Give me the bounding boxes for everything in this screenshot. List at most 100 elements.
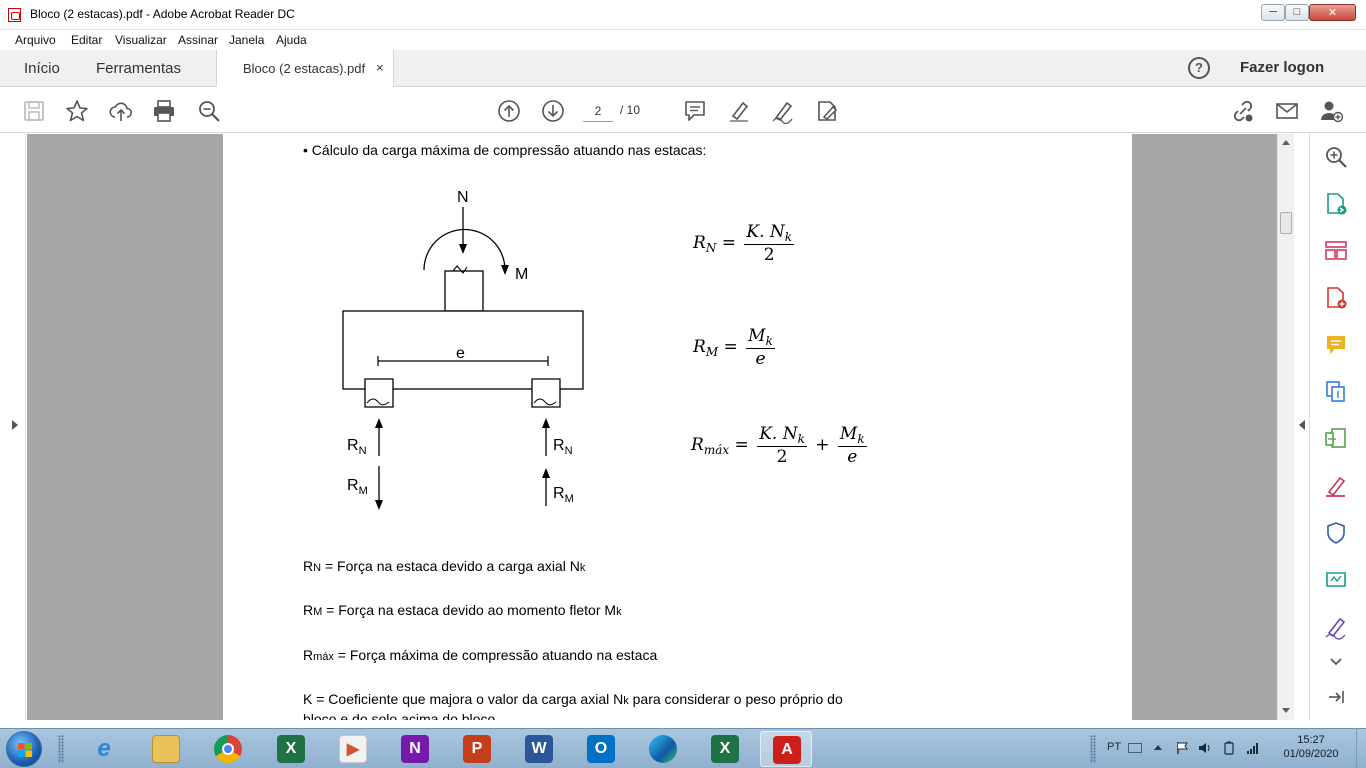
taskbar-excel[interactable]: X bbox=[265, 731, 317, 767]
combine-files-icon[interactable] bbox=[1323, 379, 1349, 405]
comment-icon[interactable] bbox=[682, 98, 708, 124]
taskbar-word[interactable]: W bbox=[513, 731, 565, 767]
menu-ajuda[interactable]: Ajuda bbox=[276, 33, 307, 47]
clock-time: 15:27 bbox=[1297, 734, 1325, 746]
taskbar-edge[interactable] bbox=[637, 731, 689, 767]
minimize-icon: ─ bbox=[1269, 6, 1277, 18]
label-rm-left: RM bbox=[347, 477, 368, 497]
keyboard-icon[interactable] bbox=[1128, 743, 1142, 753]
minimize-button[interactable]: ─ bbox=[1261, 4, 1285, 21]
document-viewport[interactable]: • Cálculo da carga máxima de compressão … bbox=[27, 134, 1277, 720]
bookmark-star-icon[interactable] bbox=[64, 98, 90, 124]
export-pdf-icon[interactable] bbox=[1323, 191, 1349, 217]
organize-pages-icon[interactable] bbox=[1323, 238, 1349, 264]
taskbar-grip[interactable] bbox=[58, 735, 64, 763]
edge-icon bbox=[649, 735, 677, 763]
upload-cloud-icon[interactable] bbox=[108, 98, 134, 124]
page-up-icon[interactable] bbox=[496, 98, 522, 124]
menu-arquivo[interactable]: Arquivo bbox=[15, 33, 56, 47]
add-user-icon[interactable] bbox=[1318, 98, 1344, 124]
collapse-right-pane-icon[interactable] bbox=[1299, 420, 1305, 430]
expand-left-pane-icon[interactable] bbox=[12, 420, 18, 430]
formula-rn: RN = K. Nk 2 bbox=[693, 222, 795, 265]
menu-assinar[interactable]: Assinar bbox=[178, 33, 218, 47]
page-down-icon[interactable] bbox=[540, 98, 566, 124]
taskbar-outlook[interactable]: O bbox=[575, 731, 627, 767]
system-clock[interactable]: 15:27 01/09/2020 bbox=[1276, 734, 1346, 760]
taskbar-excel-2[interactable]: X bbox=[699, 731, 751, 767]
power-icon[interactable] bbox=[1222, 741, 1236, 755]
fill-sign-tool-icon[interactable] bbox=[1323, 473, 1349, 499]
maximize-button[interactable]: □ bbox=[1285, 4, 1309, 21]
protect-shield-icon[interactable] bbox=[1323, 520, 1349, 546]
zoom-tool-icon[interactable] bbox=[1323, 144, 1349, 170]
chrome-icon bbox=[214, 735, 242, 763]
tab-document[interactable]: Bloco (2 estacas).pdf × bbox=[216, 50, 394, 87]
scroll-down-icon[interactable] bbox=[1282, 708, 1290, 713]
action-center-flag-icon[interactable] bbox=[1176, 741, 1190, 755]
sign-pen-icon[interactable] bbox=[770, 98, 796, 125]
taskbar-powerpoint-viewer[interactable]: ▶ bbox=[327, 731, 379, 767]
page-total: / 10 bbox=[620, 103, 641, 117]
formula-rmax: Rmáx = K. Nk 2 + Mk e bbox=[691, 424, 867, 467]
menu-bar: Arquivo Editar Visualizar Assinar Janela… bbox=[0, 30, 1366, 50]
print-icon[interactable] bbox=[151, 98, 177, 124]
send-review-icon[interactable] bbox=[1323, 567, 1349, 593]
scroll-thumb[interactable] bbox=[1280, 212, 1292, 234]
create-pdf-icon[interactable] bbox=[1323, 285, 1349, 311]
definition-k-line2: bloco e do solo acima do bloco bbox=[303, 711, 496, 720]
vertical-scrollbar[interactable] bbox=[1277, 134, 1294, 720]
tab-document-label: Bloco (2 estacas).pdf bbox=[243, 61, 366, 76]
scroll-up-icon[interactable] bbox=[1282, 140, 1290, 145]
acrobat-icon: A bbox=[773, 736, 801, 764]
close-window-button[interactable]: ✕ bbox=[1309, 4, 1356, 21]
excel-icon: X bbox=[277, 735, 305, 763]
fill-sign-icon[interactable] bbox=[814, 98, 840, 124]
page-number-input[interactable] bbox=[583, 100, 613, 122]
onenote-icon: N bbox=[401, 735, 429, 763]
left-nav-pane[interactable] bbox=[0, 134, 26, 720]
formula-rm: RM = Mk e bbox=[693, 326, 775, 369]
language-indicator[interactable]: PT bbox=[1107, 741, 1121, 753]
label-m: M bbox=[515, 266, 528, 283]
taskbar-onenote[interactable]: N bbox=[389, 731, 441, 767]
menu-visualizar[interactable]: Visualizar bbox=[115, 33, 167, 47]
label-rm-right: RM bbox=[553, 485, 574, 505]
windows-logo-icon bbox=[18, 743, 32, 757]
toolbar: / 10 bbox=[0, 88, 1366, 133]
highlight-pen-icon[interactable] bbox=[726, 98, 752, 124]
compress-pdf-icon[interactable] bbox=[1323, 426, 1349, 452]
certificate-sign-icon[interactable] bbox=[1323, 614, 1349, 640]
excel-icon: X bbox=[711, 735, 739, 763]
taskbar-internet-explorer[interactable]: e bbox=[78, 731, 130, 767]
taskbar-chrome[interactable] bbox=[202, 731, 254, 767]
taskbar-powerpoint[interactable]: P bbox=[451, 731, 503, 767]
comment-tool-icon[interactable] bbox=[1323, 332, 1349, 358]
save-icon[interactable] bbox=[21, 98, 47, 124]
definition-rmax: Rmáx = Força máxima de compressão atuand… bbox=[303, 647, 658, 663]
menu-editar[interactable]: Editar bbox=[71, 33, 102, 47]
tab-tools[interactable]: Ferramentas bbox=[96, 60, 181, 77]
collapse-panel-icon[interactable] bbox=[1323, 684, 1349, 710]
share-link-icon[interactable] bbox=[1230, 98, 1256, 124]
zoom-search-icon[interactable] bbox=[196, 98, 222, 124]
login-button[interactable]: Fazer logon bbox=[1240, 59, 1324, 76]
more-tools-chevron-icon[interactable] bbox=[1323, 649, 1349, 675]
taskbar-acrobat[interactable]: A bbox=[760, 731, 812, 767]
title-bar: Bloco (2 estacas).pdf - Adobe Acrobat Re… bbox=[0, 0, 1366, 30]
menu-janela[interactable]: Janela bbox=[229, 33, 264, 47]
mail-icon[interactable] bbox=[1274, 98, 1300, 124]
volume-icon[interactable] bbox=[1198, 741, 1212, 755]
taskbar-file-explorer[interactable] bbox=[140, 731, 192, 767]
help-icon[interactable]: ? bbox=[1188, 57, 1210, 79]
tab-home[interactable]: Início bbox=[24, 60, 60, 77]
show-desktop-button[interactable] bbox=[1356, 729, 1366, 768]
right-pane-toggle[interactable] bbox=[1295, 134, 1310, 720]
start-button[interactable] bbox=[6, 731, 42, 767]
section-heading: • Cálculo da carga máxima de compressão … bbox=[303, 142, 707, 158]
tab-bar: Início Ferramentas Bloco (2 estacas).pdf… bbox=[0, 50, 1366, 87]
tab-close-icon[interactable]: × bbox=[376, 60, 384, 75]
network-signal-icon[interactable] bbox=[1246, 741, 1260, 755]
label-rn-left: RN bbox=[347, 437, 367, 457]
show-hidden-icons-icon[interactable] bbox=[1154, 745, 1162, 750]
